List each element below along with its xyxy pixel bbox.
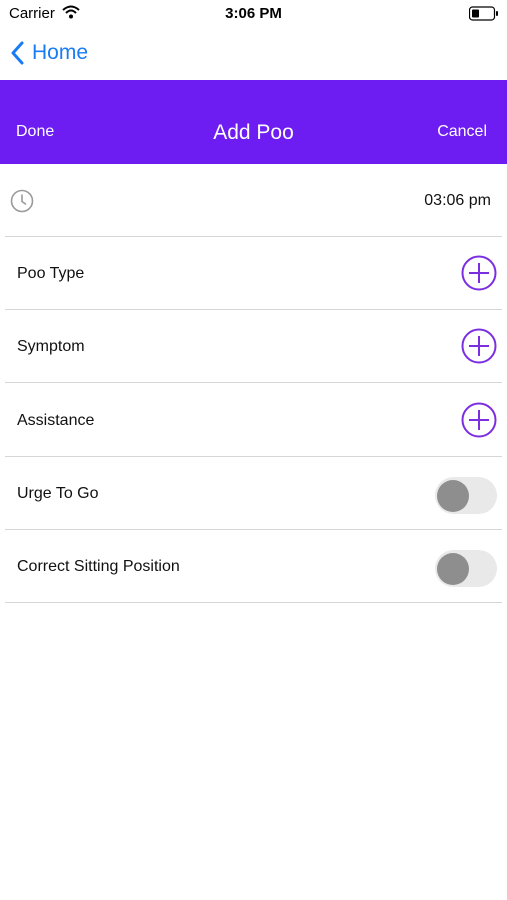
toggle-knob xyxy=(437,480,469,512)
status-time: 3:06 PM xyxy=(225,5,282,22)
urge-to-go-label: Urge To Go xyxy=(17,485,99,502)
time-row: 03:06 pm xyxy=(5,164,502,237)
chevron-left-icon xyxy=(11,41,24,65)
assistance-row: Assistance xyxy=(5,384,502,457)
symptom-label: Symptom xyxy=(17,338,85,355)
cancel-button[interactable]: Cancel xyxy=(437,80,487,164)
correct-sitting-position-label: Correct Sitting Position xyxy=(17,558,180,575)
back-button-label: Home xyxy=(32,41,89,64)
correct-sitting-position-toggle[interactable] xyxy=(435,550,497,587)
clock-icon xyxy=(10,189,34,213)
add-symptom-button[interactable] xyxy=(461,328,497,364)
symptom-row: Symptom xyxy=(5,310,502,383)
add-poo-type-button[interactable] xyxy=(461,255,497,291)
add-assistance-button[interactable] xyxy=(461,402,497,438)
back-button[interactable]: Home xyxy=(10,38,88,68)
time-value[interactable]: 03:06 pm xyxy=(424,164,491,237)
poo-type-row: Poo Type xyxy=(5,237,502,310)
assistance-label: Assistance xyxy=(17,412,95,429)
status-bar: Carrier 3:06 PM xyxy=(0,0,507,28)
poo-type-label: Poo Type xyxy=(17,265,85,282)
toggle-knob xyxy=(437,553,469,585)
urge-to-go-row: Urge To Go xyxy=(5,457,502,530)
form-header: Done Add Poo Cancel xyxy=(0,80,507,164)
correct-sitting-position-row: Correct Sitting Position xyxy=(5,530,502,603)
urge-to-go-toggle[interactable] xyxy=(435,477,497,514)
battery-icon xyxy=(469,6,498,21)
page-title: Add Poo xyxy=(213,121,294,144)
